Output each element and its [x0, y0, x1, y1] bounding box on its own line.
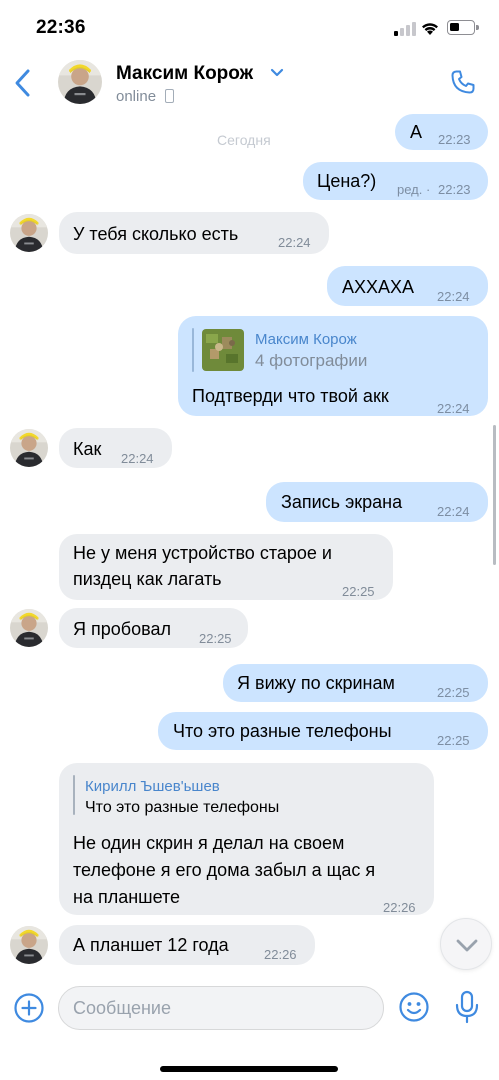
smile-icon[interactable] [398, 991, 430, 1023]
message-text: А [410, 122, 423, 142]
message-time: 22:24 [278, 235, 311, 250]
message-time: 22:23 [438, 132, 471, 147]
contact-name[interactable]: Максим Корож [116, 63, 253, 85]
message-time: 22:24 [121, 451, 154, 466]
sender-avatar[interactable] [10, 429, 48, 467]
chevron-down-icon [456, 939, 478, 952]
message-text-line: Не один скрин я делал на своем [73, 833, 345, 853]
sender-avatar[interactable] [10, 609, 48, 647]
chat-header: Максим Корож online [0, 56, 499, 112]
message-time: 22:25 [437, 733, 470, 748]
phone-icon[interactable] [449, 68, 477, 96]
message-time: 22:26 [383, 900, 416, 915]
message-bubble-incoming[interactable]: Не у меня устройство старое и пиздец как… [59, 534, 393, 600]
message-bubble-incoming[interactable]: Я пробовал 22:25 [59, 608, 248, 648]
message-text: Я вижу по скринам [237, 673, 395, 693]
message-time: 22:24 [437, 504, 470, 519]
chevron-down-icon[interactable] [270, 68, 284, 78]
battery-icon [447, 20, 479, 35]
mobile-device-icon [165, 89, 174, 103]
edited-label: ред. · [397, 182, 431, 197]
message-bubble-outgoing[interactable]: Цена?) ред. · 22:23 [303, 162, 488, 200]
message-text: Как [73, 439, 102, 459]
message-text: АХХАХА [342, 277, 415, 297]
message-bubble-reply[interactable]: Кирилл Ъшев'ьшев Что это разные телефоны… [59, 763, 434, 915]
wifi-icon [422, 23, 438, 35]
contact-status: online [116, 88, 157, 105]
message-time: 22:26 [264, 947, 297, 962]
date-separator: Сегодня [217, 132, 271, 148]
forwarded-attachment-count: 4 фотографии [255, 351, 368, 370]
plus-circle-icon[interactable] [13, 992, 45, 1024]
message-time: 22:25 [437, 685, 470, 700]
status-bar: 22:36 [0, 0, 499, 56]
message-text-line: телефоне я его дома забыл а щас я [73, 860, 376, 880]
cellular-signal-icon [394, 22, 416, 36]
message-text: А планшет 12 года [73, 935, 229, 955]
microphone-icon[interactable] [452, 990, 482, 1024]
message-input[interactable] [58, 986, 384, 1030]
message-bubble-outgoing[interactable]: Запись экрана 22:24 [266, 482, 488, 522]
message-text: У тебя сколько есть [73, 224, 239, 244]
home-indicator [160, 1066, 338, 1072]
message-text-line: на планшете [73, 887, 181, 907]
message-time: 22:24 [437, 289, 470, 304]
message-text-line: Не у меня устройство старое и [73, 543, 332, 563]
message-bubble-outgoing[interactable]: Я вижу по скринам 22:25 [223, 664, 488, 702]
message-time: 22:24 [437, 401, 470, 416]
message-composer [0, 978, 499, 1044]
message-bubble-outgoing[interactable]: А 22:23 [395, 114, 488, 150]
message-bubble-outgoing[interactable]: Что это разные телефоны 22:25 [158, 712, 488, 750]
message-time: 22:25 [199, 631, 232, 646]
scroll-down-button[interactable] [440, 918, 492, 970]
scrollbar[interactable] [493, 425, 496, 565]
message-text-line: пиздец как лагать [73, 569, 222, 589]
message-bubble-incoming[interactable]: А планшет 12 года 22:26 [59, 925, 315, 965]
reply-bar [73, 775, 75, 815]
contact-avatar[interactable] [58, 60, 102, 104]
message-bubble-forwarded[interactable]: Максим Корож 4 фотографии Подтверди что … [178, 316, 488, 416]
chevron-left-icon[interactable] [10, 66, 36, 100]
status-time: 22:36 [36, 17, 86, 38]
sender-avatar[interactable] [10, 926, 48, 964]
sender-avatar[interactable] [10, 214, 48, 252]
message-time: 22:23 [438, 182, 471, 197]
message-bubble-outgoing[interactable]: АХХАХА 22:24 [327, 266, 488, 306]
forward-bar [192, 328, 194, 372]
message-list[interactable]: Сегодня А 22:23 Цена?) ред. · 22:23 У те… [0, 112, 499, 978]
message-time: 22:25 [342, 584, 375, 599]
message-bubble-incoming[interactable]: У тебя сколько есть 22:24 [59, 212, 329, 254]
message-text: Я пробовал [73, 619, 171, 639]
message-text: Что это разные телефоны [173, 721, 392, 741]
reply-quoted-text[interactable]: Что это разные телефоны [85, 796, 279, 820]
message-text: Цена?) [317, 171, 377, 191]
photo-thumbnail[interactable] [202, 329, 244, 371]
message-text: Запись экрана [281, 492, 403, 512]
message-bubble-incoming[interactable]: Как 22:24 [59, 428, 172, 468]
message-text: Подтверди что твой акк [192, 386, 389, 406]
